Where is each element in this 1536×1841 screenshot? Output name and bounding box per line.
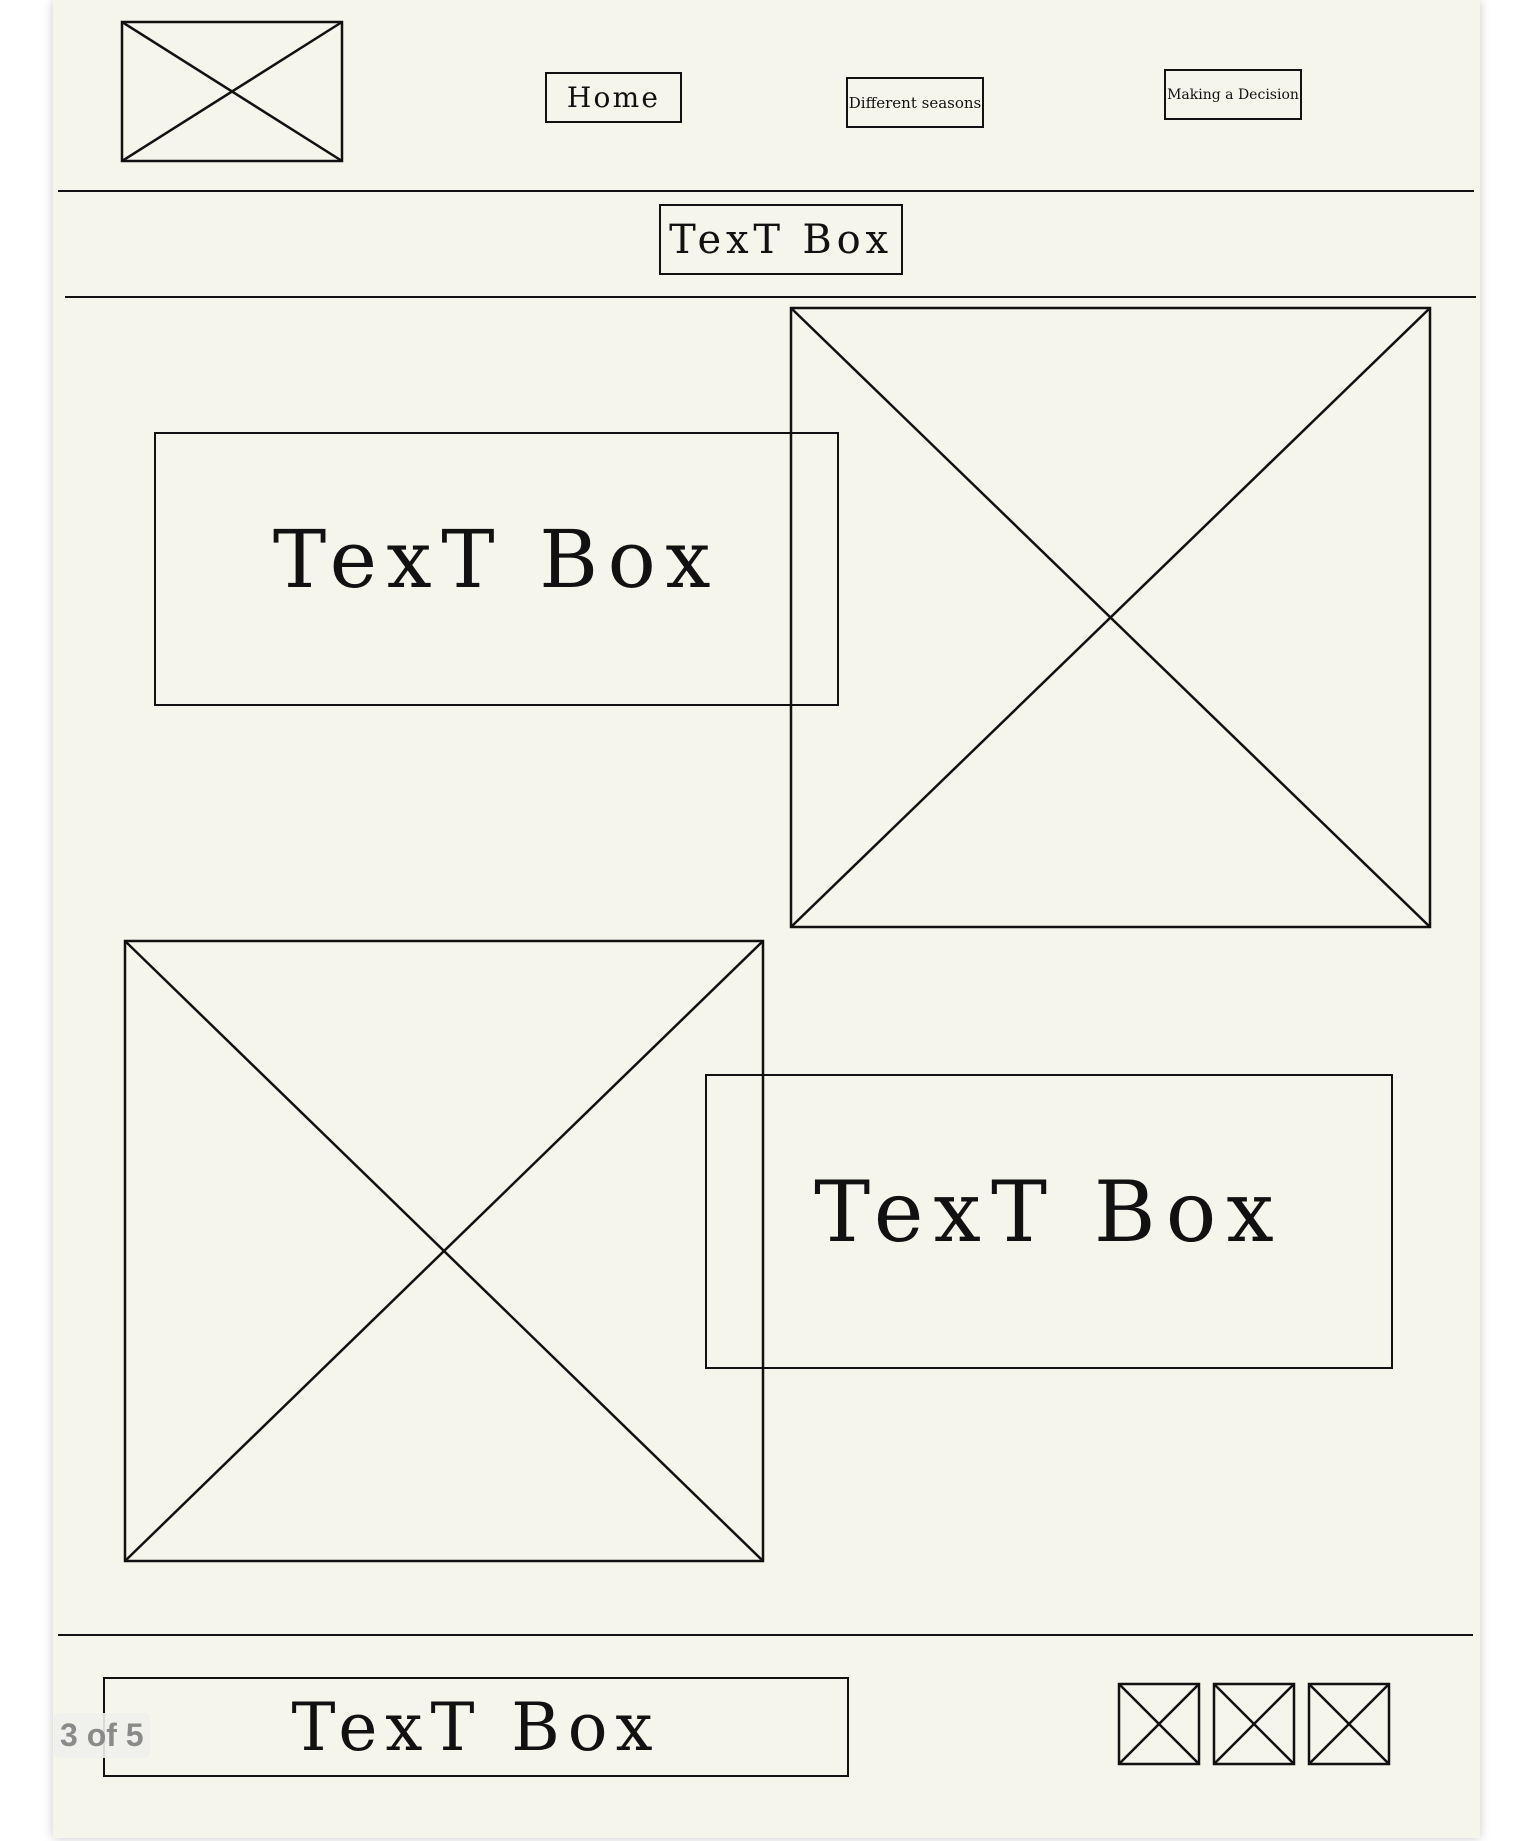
section-2-image-placeholder [123, 939, 765, 1563]
logo-placeholder [120, 20, 344, 163]
section-1-text-box: TexT Box [154, 432, 839, 706]
footer-text-box: TexT Box [103, 1677, 849, 1777]
nav-different-seasons-button[interactable]: Different seasons [846, 77, 984, 128]
section-1-image-placeholder [789, 306, 1432, 929]
nav-making-a-decision-button[interactable]: Making a Decision [1164, 69, 1302, 120]
page-indicator: 3 of 5 [54, 1713, 150, 1758]
subheader-text-box: TexT Box [659, 204, 903, 275]
section-2-text-box: TexT Box [705, 1074, 1393, 1369]
social-icon-1[interactable] [1117, 1682, 1201, 1766]
social-icon-3[interactable] [1307, 1682, 1391, 1766]
social-icon-2[interactable] [1212, 1682, 1296, 1766]
header-divider [58, 190, 1474, 192]
nav-home-button[interactable]: Home [545, 72, 682, 123]
footer-divider [58, 1634, 1473, 1636]
subheader-divider [65, 296, 1476, 298]
wireframe-page: Home Different seasons Making a Decision… [53, 0, 1480, 1838]
